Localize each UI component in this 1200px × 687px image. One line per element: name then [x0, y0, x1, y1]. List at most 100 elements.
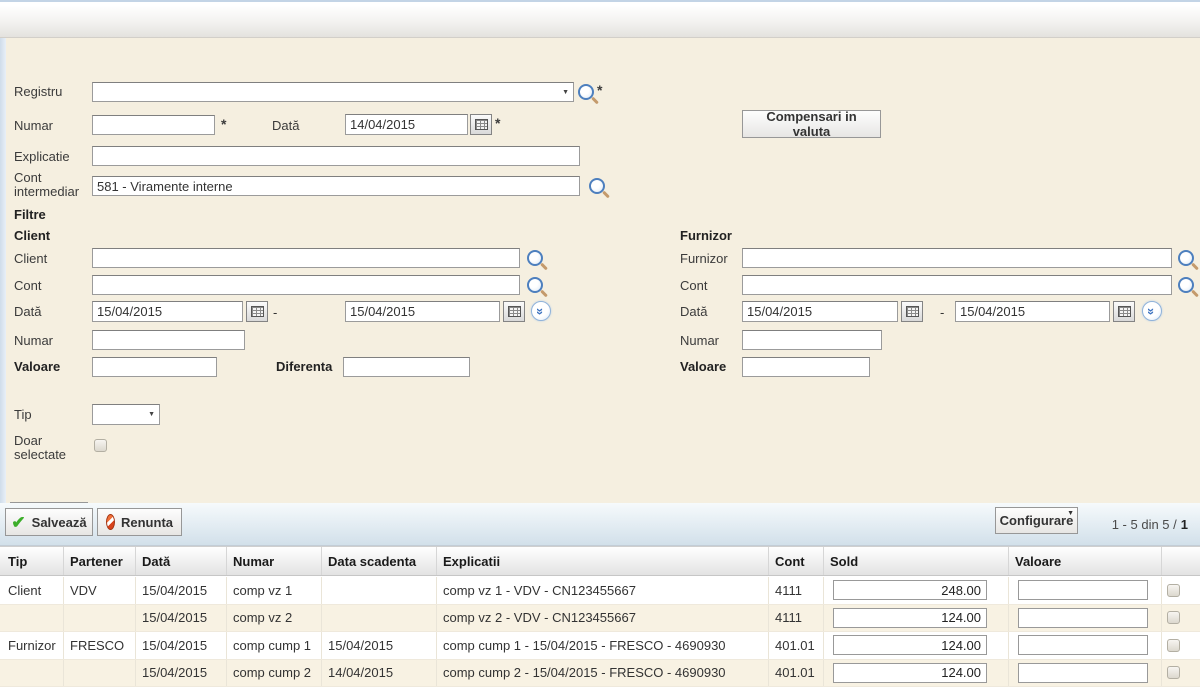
- diferenta-label: Diferenta: [276, 360, 332, 374]
- valoare-input[interactable]: [1018, 663, 1148, 683]
- row-select-checkbox[interactable]: [1167, 611, 1180, 624]
- configurare-button[interactable]: Configurare ▼: [995, 507, 1078, 534]
- cont-intermediar-input[interactable]: [92, 176, 580, 196]
- calendar-icon: [1118, 306, 1131, 317]
- header-tip: Tip: [0, 547, 64, 575]
- furnizor-search-icon[interactable]: [1178, 250, 1194, 266]
- chevron-down-icon: ▼: [148, 411, 155, 419]
- sold-input[interactable]: [833, 608, 987, 628]
- cell-tip: [0, 660, 64, 687]
- pagination-page: 1: [1181, 517, 1188, 532]
- client-numar-input[interactable]: [92, 330, 245, 350]
- table-row: Furnizor FRESCO 15/04/2015 comp cump 1 1…: [0, 632, 1200, 660]
- furnizor-heading: Furnizor: [680, 228, 732, 243]
- cell-data-scadenta: [322, 605, 437, 632]
- row-select-checkbox[interactable]: [1167, 584, 1180, 597]
- furnizor-valoare-input[interactable]: [742, 357, 870, 377]
- client-cont-search-icon[interactable]: [527, 277, 543, 293]
- data-label: Dată: [272, 119, 299, 133]
- action-toolbar: ✔ Salvează Renunta Configurare ▼ 1 - 5 d…: [0, 503, 1200, 546]
- furnizor-data-label: Dată: [680, 305, 707, 319]
- pagination-range: 1 - 5 din 5 /: [1112, 517, 1177, 532]
- table-row: Client VDV 15/04/2015 comp vz 1 comp vz …: [0, 577, 1200, 605]
- furnizor-input[interactable]: [742, 248, 1172, 268]
- client-valoare-label: Valoare: [14, 360, 60, 374]
- client-date-from-calendar-button[interactable]: [246, 301, 268, 322]
- client-cont-label: Cont: [14, 279, 41, 293]
- diferenta-input[interactable]: [343, 357, 470, 377]
- numar-label: Numar: [14, 119, 53, 133]
- cell-data: 15/04/2015: [136, 660, 227, 687]
- numar-input[interactable]: [92, 115, 215, 135]
- salveaza-button[interactable]: ✔ Salvează: [5, 508, 93, 536]
- furnizor-date-to-calendar-button[interactable]: [1113, 301, 1135, 322]
- furnizor-cont-search-icon[interactable]: [1178, 277, 1194, 293]
- chevron-down-icon: ▼: [1067, 510, 1074, 518]
- cell-explicatii: comp cump 2 - 15/04/2015 - FRESCO - 4690…: [437, 660, 769, 687]
- cell-tip: Client: [0, 577, 64, 604]
- cell-explicatii: comp cump 1 - 15/04/2015 - FRESCO - 4690…: [437, 632, 769, 659]
- client-date-to-calendar-button[interactable]: [503, 301, 525, 322]
- header-valoare: Valoare: [1009, 547, 1162, 575]
- filtre-heading: Filtre: [14, 207, 46, 222]
- compensari-in-valuta-button[interactable]: Compensari in valuta: [742, 110, 881, 138]
- client-input[interactable]: [92, 248, 520, 268]
- calendar-icon: [508, 306, 521, 317]
- row-select-checkbox[interactable]: [1167, 666, 1180, 679]
- cell-partener: [64, 605, 136, 632]
- valoare-input[interactable]: [1018, 580, 1148, 600]
- cont-intermediar-search-icon[interactable]: [589, 178, 605, 194]
- client-valoare-input[interactable]: [92, 357, 217, 377]
- cell-data-scadenta: 14/04/2015: [322, 660, 437, 687]
- table-row: 15/04/2015 comp vz 2 comp vz 2 - VDV - C…: [0, 605, 1200, 633]
- calendar-icon: [906, 306, 919, 317]
- cell-data: 15/04/2015: [136, 605, 227, 632]
- cell-tip: [0, 605, 64, 632]
- cell-partener: [64, 660, 136, 687]
- furnizor-numar-label: Numar: [680, 334, 719, 348]
- furnizor-date-from-input[interactable]: [742, 301, 898, 322]
- renunta-button-label: Renunta: [121, 515, 173, 530]
- renunta-button[interactable]: Renunta: [97, 508, 182, 536]
- sold-input[interactable]: [833, 663, 987, 683]
- valoare-input[interactable]: [1018, 608, 1148, 628]
- required-marker: *: [221, 116, 226, 132]
- client-search-icon[interactable]: [527, 250, 543, 266]
- furnizor-cont-input[interactable]: [742, 275, 1172, 295]
- check-icon: ✔: [11, 514, 25, 531]
- client-date-to-input[interactable]: [345, 301, 500, 322]
- doar-selectate-checkbox[interactable]: [94, 439, 107, 452]
- sold-input[interactable]: [833, 580, 987, 600]
- data-input[interactable]: [345, 114, 468, 135]
- furnizor-date-from-calendar-button[interactable]: [901, 301, 923, 322]
- date-range-separator: -: [940, 305, 944, 320]
- header-numar: Numar: [227, 547, 322, 575]
- cancel-icon: [106, 514, 115, 530]
- row-select-checkbox[interactable]: [1167, 639, 1180, 652]
- header-data-scadenta: Data scadenta: [322, 547, 437, 575]
- valoare-input[interactable]: [1018, 635, 1148, 655]
- furnizor-numar-input[interactable]: [742, 330, 882, 350]
- sold-input[interactable]: [833, 635, 987, 655]
- data-calendar-button[interactable]: [470, 114, 492, 135]
- header-cont: Cont: [769, 547, 824, 575]
- tip-select[interactable]: ▼: [92, 404, 160, 425]
- header-explicatii: Explicatii: [437, 547, 769, 575]
- explicatie-input[interactable]: [92, 146, 580, 166]
- configurare-button-label: Configurare: [1000, 513, 1074, 528]
- date-range-separator: -: [273, 305, 277, 320]
- pagination: 1 - 5 din 5 / 1: [1112, 517, 1188, 532]
- furnizor-label: Furnizor: [680, 252, 728, 266]
- furnizor-expand-dates-icon[interactable]: »: [1142, 301, 1162, 321]
- table-header: Tip Partener Dată Numar Data scadenta Ex…: [0, 546, 1200, 576]
- furnizor-date-to-input[interactable]: [955, 301, 1110, 322]
- client-data-label: Dată: [14, 305, 41, 319]
- salveaza-button-label: Salvează: [32, 515, 87, 530]
- table-row: 15/04/2015 comp cump 2 14/04/2015 comp c…: [0, 660, 1200, 687]
- client-expand-dates-icon[interactable]: »: [531, 301, 551, 321]
- registru-search-icon[interactable]: [578, 84, 594, 100]
- app-window: Registru ▼ * Numar * Dată * Compensari i…: [0, 0, 1200, 687]
- client-cont-input[interactable]: [92, 275, 520, 295]
- client-date-from-input[interactable]: [92, 301, 243, 322]
- registru-combobox[interactable]: ▼: [92, 82, 574, 102]
